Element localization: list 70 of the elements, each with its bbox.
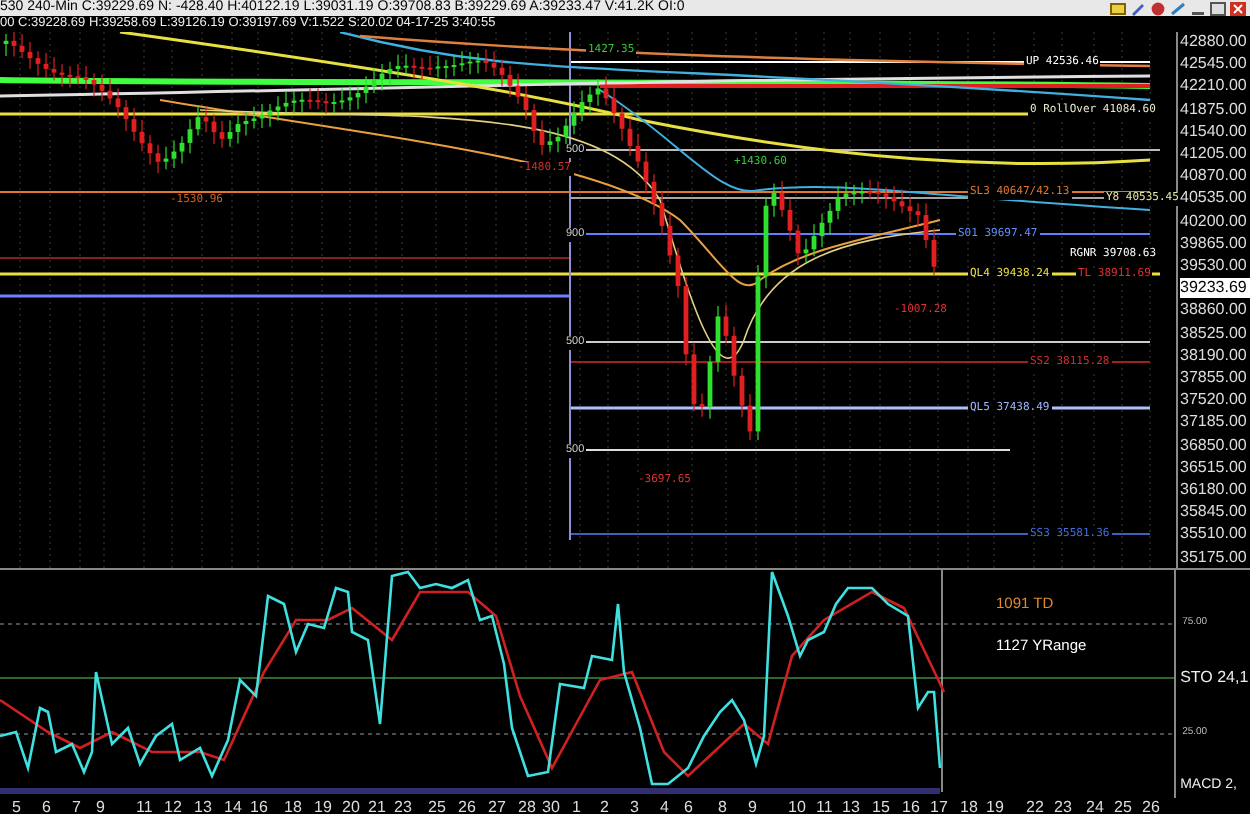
price-label: 36515.00 xyxy=(1180,457,1249,478)
price-label: 39865.00 xyxy=(1180,233,1249,254)
pen-icon[interactable] xyxy=(1130,1,1146,15)
date-label: 24 xyxy=(1086,798,1104,814)
date-label: 18 xyxy=(284,798,302,814)
date-label: 15 xyxy=(872,798,890,814)
date-label: 23 xyxy=(394,798,412,814)
date-label: 17 xyxy=(930,798,948,814)
price-label: 37855.00 xyxy=(1180,368,1249,389)
date-label: 3 xyxy=(630,798,639,814)
date-label: 2 xyxy=(600,798,609,814)
date-label: 25 xyxy=(428,798,446,814)
date-label: 27 xyxy=(488,798,506,814)
price-label: 39530.00 xyxy=(1180,256,1249,277)
date-label: 7 xyxy=(72,798,81,814)
price-label: 37520.00 xyxy=(1180,390,1249,411)
current-price-label: 39233.69 xyxy=(1180,278,1250,299)
date-label: 16 xyxy=(250,798,268,814)
line-icon[interactable] xyxy=(1170,1,1186,15)
date-label: 16 xyxy=(902,798,920,814)
price-label: 38860.00 xyxy=(1180,300,1249,321)
price-label: 36180.00 xyxy=(1180,480,1249,501)
date-label: 4 xyxy=(660,798,669,814)
date-label: 11 xyxy=(816,798,833,814)
price-label: 35845.00 xyxy=(1180,502,1249,523)
date-label: 14 xyxy=(224,798,242,814)
date-label: 19 xyxy=(986,798,1004,814)
date-label: 9 xyxy=(748,798,757,814)
price-label: 36850.00 xyxy=(1180,435,1249,456)
date-label: 19 xyxy=(314,798,332,814)
price-label: 38190.00 xyxy=(1180,345,1249,366)
date-label: 26 xyxy=(1142,798,1160,814)
price-label: 41875.00 xyxy=(1180,99,1249,120)
price-label: 40870.00 xyxy=(1180,166,1249,187)
price-label: 35510.00 xyxy=(1180,524,1249,545)
date-label: 5 xyxy=(12,798,21,814)
price-label: 41205.00 xyxy=(1180,144,1249,165)
date-label: 9 xyxy=(96,798,105,814)
date-label: 13 xyxy=(842,798,860,814)
price-label: 40535.00 xyxy=(1180,188,1249,209)
date-label: 20 xyxy=(342,798,360,814)
date-label: 25 xyxy=(1114,798,1132,814)
date-label: 22 xyxy=(1026,798,1044,814)
price-label: 42880.00 xyxy=(1180,32,1249,52)
date-label: 8 xyxy=(718,798,727,814)
date-label: 10 xyxy=(788,798,806,814)
price-label: 42210.00 xyxy=(1180,76,1249,97)
date-label: 6 xyxy=(42,798,51,814)
date-label: 26 xyxy=(458,798,476,814)
indicator-name: STO 24,1 xyxy=(1180,668,1249,686)
date-label: 21 xyxy=(368,798,386,814)
date-label: 13 xyxy=(194,798,212,814)
date-label: 18 xyxy=(960,798,978,814)
price-label: 38525.00 xyxy=(1180,323,1249,344)
date-label: 11 xyxy=(136,798,153,814)
date-label: 23 xyxy=(1054,798,1072,814)
rectangle-icon[interactable] xyxy=(1110,1,1126,15)
price-label: 35175.00 xyxy=(1180,547,1249,568)
window-icon[interactable] xyxy=(1210,1,1226,15)
price-label: 42545.00 xyxy=(1180,54,1249,75)
close-icon[interactable] xyxy=(1230,1,1246,15)
price-label: 41540.00 xyxy=(1180,121,1249,142)
price-label: 40200.00 xyxy=(1180,211,1249,232)
date-label: 30 xyxy=(542,798,560,814)
date-label: 6 xyxy=(684,798,693,814)
date-label: 28 xyxy=(518,798,536,814)
date-label: 12 xyxy=(164,798,182,814)
price-label: 37185.00 xyxy=(1180,412,1249,433)
date-label: 1 xyxy=(572,798,581,814)
palette-icon[interactable] xyxy=(1150,1,1166,15)
